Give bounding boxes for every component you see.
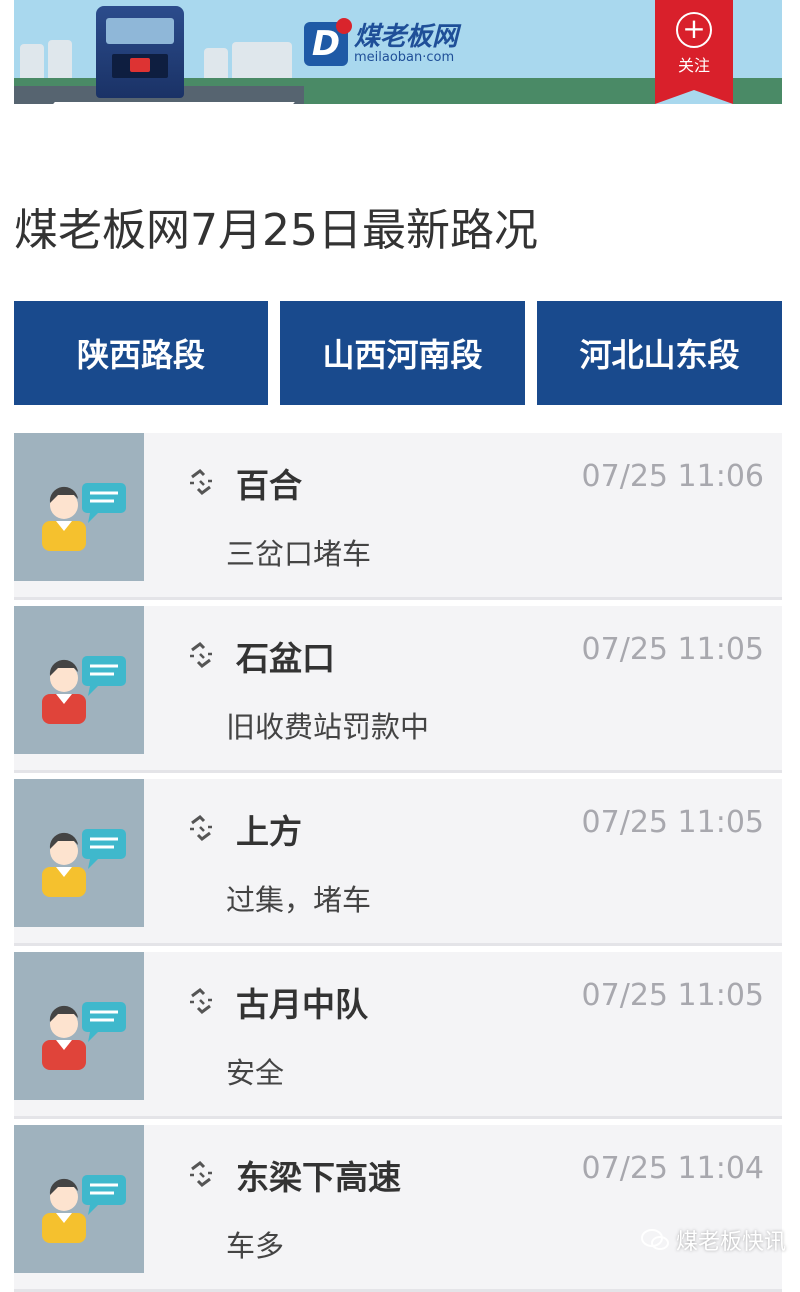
watermark-text: 煤老板快讯 (676, 1230, 787, 1255)
report-desc: 车多 (226, 1229, 285, 1263)
report-time: 07/25 11:06 (581, 459, 764, 494)
user-red-shirt-icon (42, 1002, 126, 1070)
report-time: 07/25 11:05 (581, 978, 764, 1013)
list-item[interactable]: 石盆口 07/25 11:05 旧收费站罚款中 (14, 606, 782, 773)
avatar (14, 433, 144, 581)
tab-shanxi-henan[interactable]: 山西河南段 (280, 301, 525, 405)
truck-illustration (96, 6, 184, 98)
plus-icon: + (676, 12, 712, 48)
location-name: 百合 (236, 466, 302, 505)
brand-logo: D 煤老板网 meilaoban·com (304, 14, 458, 74)
region-tabs: 陕西路段 山西河南段 河北山东段 (14, 301, 782, 405)
location-name: 古月中队 (236, 985, 368, 1024)
avatar (14, 779, 144, 927)
avatar (14, 606, 144, 754)
report-time: 07/25 11:04 (581, 1151, 764, 1186)
follow-label: 关注 (677, 56, 710, 75)
location-name: 上方 (236, 812, 302, 851)
report-time: 07/25 11:05 (581, 632, 764, 667)
brand-domain: meilaoban·com (354, 49, 455, 65)
list-item[interactable]: 古月中队 07/25 11:05 安全 (14, 952, 782, 1119)
report-desc: 安全 (226, 1056, 285, 1090)
report-desc: 旧收费站罚款中 (226, 710, 430, 744)
brand-d-icon: D (304, 18, 352, 66)
page-title: 煤老板网7月25日最新路况 (14, 205, 538, 256)
wechat-icon (641, 1229, 669, 1250)
list-item[interactable]: 上方 07/25 11:05 过集，堵车 (14, 779, 782, 946)
list-item[interactable]: 东梁下高速 07/25 11:04 车多 (14, 1125, 782, 1292)
top-banner: D 煤老板网 meilaoban·com + 关注 (14, 0, 782, 104)
location-name: 石盆口 (236, 639, 335, 678)
follow-button[interactable]: + 关注 (655, 0, 733, 104)
watermark: 煤老板快讯 (640, 1224, 786, 1256)
chain-link-icon (190, 815, 212, 841)
chain-link-icon (190, 469, 212, 495)
location-name: 东梁下高速 (236, 1158, 401, 1197)
user-red-shirt-icon (42, 656, 126, 724)
chain-link-icon (190, 1161, 212, 1187)
tab-hebei-shandong[interactable]: 河北山东段 (537, 301, 782, 405)
avatar (14, 1125, 144, 1273)
chain-link-icon (190, 988, 212, 1014)
brand-name: 煤老板网 (354, 21, 459, 52)
chain-link-icon (190, 642, 212, 668)
avatar (14, 952, 144, 1100)
report-time: 07/25 11:05 (581, 805, 764, 840)
list-item[interactable]: 百合 07/25 11:06 三岔口堵车 (14, 433, 782, 600)
tab-shaanxi[interactable]: 陕西路段 (14, 301, 268, 405)
user-yellow-shirt-icon (42, 829, 126, 897)
report-desc: 过集，堵车 (226, 883, 372, 917)
user-yellow-shirt-icon (42, 1175, 126, 1243)
user-yellow-shirt-icon (42, 483, 126, 551)
report-desc: 三岔口堵车 (226, 537, 372, 571)
